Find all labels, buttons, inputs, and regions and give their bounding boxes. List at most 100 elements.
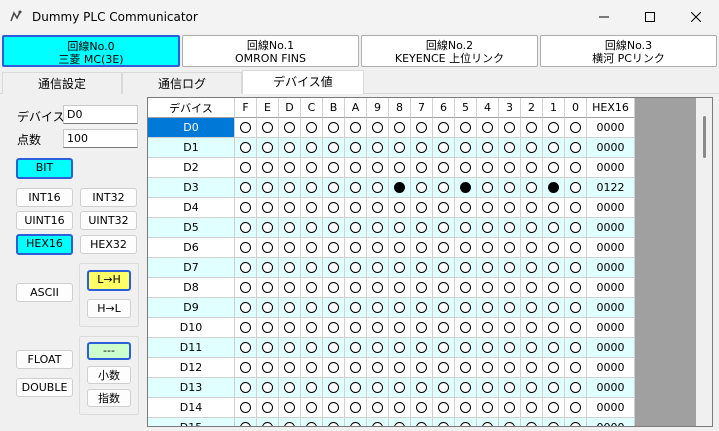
bit-cell[interactable] (279, 378, 301, 398)
bit-cell[interactable] (235, 378, 257, 398)
bit-cell[interactable] (543, 418, 565, 426)
bit-cell[interactable] (367, 118, 389, 138)
bit-cell[interactable] (323, 178, 345, 198)
bit-cell[interactable] (301, 358, 323, 378)
bit-cell[interactable] (565, 418, 587, 426)
bit-cell[interactable] (411, 118, 433, 138)
bit-cell[interactable] (455, 418, 477, 426)
hex-value-cell[interactable]: 0000 (587, 198, 635, 218)
device-cell[interactable]: D4 (148, 198, 235, 218)
bit-cell[interactable] (455, 398, 477, 418)
bit-cell[interactable] (499, 258, 521, 278)
bit-cell[interactable] (477, 118, 499, 138)
bit-cell[interactable] (499, 138, 521, 158)
bit-cell[interactable] (301, 318, 323, 338)
bit-cell[interactable] (565, 378, 587, 398)
bit-cell[interactable] (389, 398, 411, 418)
hex-value-cell[interactable]: 0000 (587, 218, 635, 238)
bit-cell[interactable] (345, 118, 367, 138)
hex-value-cell[interactable]: 0000 (587, 138, 635, 158)
bit-cell[interactable] (411, 398, 433, 418)
bit-cell[interactable] (543, 198, 565, 218)
bit-cell[interactable] (323, 338, 345, 358)
bit-cell[interactable] (257, 258, 279, 278)
device-cell[interactable]: D6 (148, 238, 235, 258)
bit-cell[interactable] (345, 378, 367, 398)
bit-cell[interactable] (499, 238, 521, 258)
bit-cell[interactable] (389, 418, 411, 426)
bit-cell[interactable] (521, 178, 543, 198)
bit-cell[interactable] (521, 358, 543, 378)
bit-cell[interactable] (433, 198, 455, 218)
device-cell[interactable]: D14 (148, 398, 235, 418)
bit-cell[interactable] (433, 138, 455, 158)
bit-cell[interactable] (301, 118, 323, 138)
count-input[interactable]: 100 (63, 129, 138, 148)
bit-cell[interactable] (235, 418, 257, 426)
bit-cell[interactable] (257, 138, 279, 158)
bit-cell[interactable] (565, 298, 587, 318)
bit-cell[interactable] (543, 158, 565, 178)
bit-cell[interactable] (565, 118, 587, 138)
bit-cell[interactable] (323, 198, 345, 218)
bit-cell[interactable] (257, 298, 279, 318)
bit-cell[interactable] (279, 258, 301, 278)
bit-cell[interactable] (411, 218, 433, 238)
bit-cell[interactable] (565, 358, 587, 378)
bit-cell[interactable] (521, 238, 543, 258)
bit-cell[interactable] (323, 218, 345, 238)
bit-cell[interactable] (543, 218, 565, 238)
bit-cell[interactable] (477, 218, 499, 238)
device-cell[interactable]: D11 (148, 338, 235, 358)
bit-cell[interactable] (499, 218, 521, 238)
device-cell[interactable]: D12 (148, 358, 235, 378)
bit-button[interactable]: BIT (16, 158, 73, 179)
bit-cell[interactable] (301, 418, 323, 426)
bit-cell[interactable] (565, 318, 587, 338)
bit-cell[interactable] (433, 278, 455, 298)
bit-cell[interactable] (477, 418, 499, 426)
bit-cell[interactable] (367, 278, 389, 298)
bit-cell[interactable] (367, 258, 389, 278)
bit-cell[interactable] (521, 418, 543, 426)
bit-cell[interactable] (389, 118, 411, 138)
bit-cell[interactable] (499, 318, 521, 338)
bit-cell[interactable] (235, 278, 257, 298)
bit-cell[interactable] (411, 278, 433, 298)
hex-value-cell[interactable]: 0000 (587, 118, 635, 138)
close-button[interactable] (673, 0, 719, 33)
bit-cell[interactable] (345, 418, 367, 426)
vertical-scrollbar[interactable] (696, 98, 712, 426)
bit-cell[interactable] (367, 238, 389, 258)
bit-cell[interactable] (301, 398, 323, 418)
bit-cell[interactable] (499, 158, 521, 178)
line-tab-0[interactable]: 回線No.0 三菱 MC(3E) (2, 35, 180, 67)
bit-cell[interactable] (389, 178, 411, 198)
bit-cell[interactable] (411, 418, 433, 426)
bit-cell[interactable] (499, 338, 521, 358)
bit-cell[interactable] (477, 178, 499, 198)
bit-cell[interactable] (543, 338, 565, 358)
bit-cell[interactable] (301, 198, 323, 218)
bit-cell[interactable] (455, 198, 477, 218)
bit-cell[interactable] (433, 218, 455, 238)
bit-cell[interactable] (433, 178, 455, 198)
bit-cell[interactable] (345, 278, 367, 298)
bit-cell[interactable] (433, 118, 455, 138)
bit-cell[interactable] (367, 158, 389, 178)
hex-value-cell[interactable]: 0000 (587, 258, 635, 278)
bit-cell[interactable] (367, 398, 389, 418)
bit-cell[interactable] (543, 378, 565, 398)
bit-cell[interactable] (477, 298, 499, 318)
bit-cell[interactable] (499, 378, 521, 398)
bit-cell[interactable] (499, 398, 521, 418)
bit-cell[interactable] (279, 418, 301, 426)
bit-cell[interactable] (235, 118, 257, 138)
bit-cell[interactable] (323, 278, 345, 298)
high-to-low-button[interactable]: H→L (87, 299, 131, 318)
bit-cell[interactable] (411, 178, 433, 198)
hex32-button[interactable]: HEX32 (80, 235, 137, 254)
bit-cell[interactable] (279, 398, 301, 418)
bit-cell[interactable] (323, 258, 345, 278)
bit-cell[interactable] (279, 358, 301, 378)
